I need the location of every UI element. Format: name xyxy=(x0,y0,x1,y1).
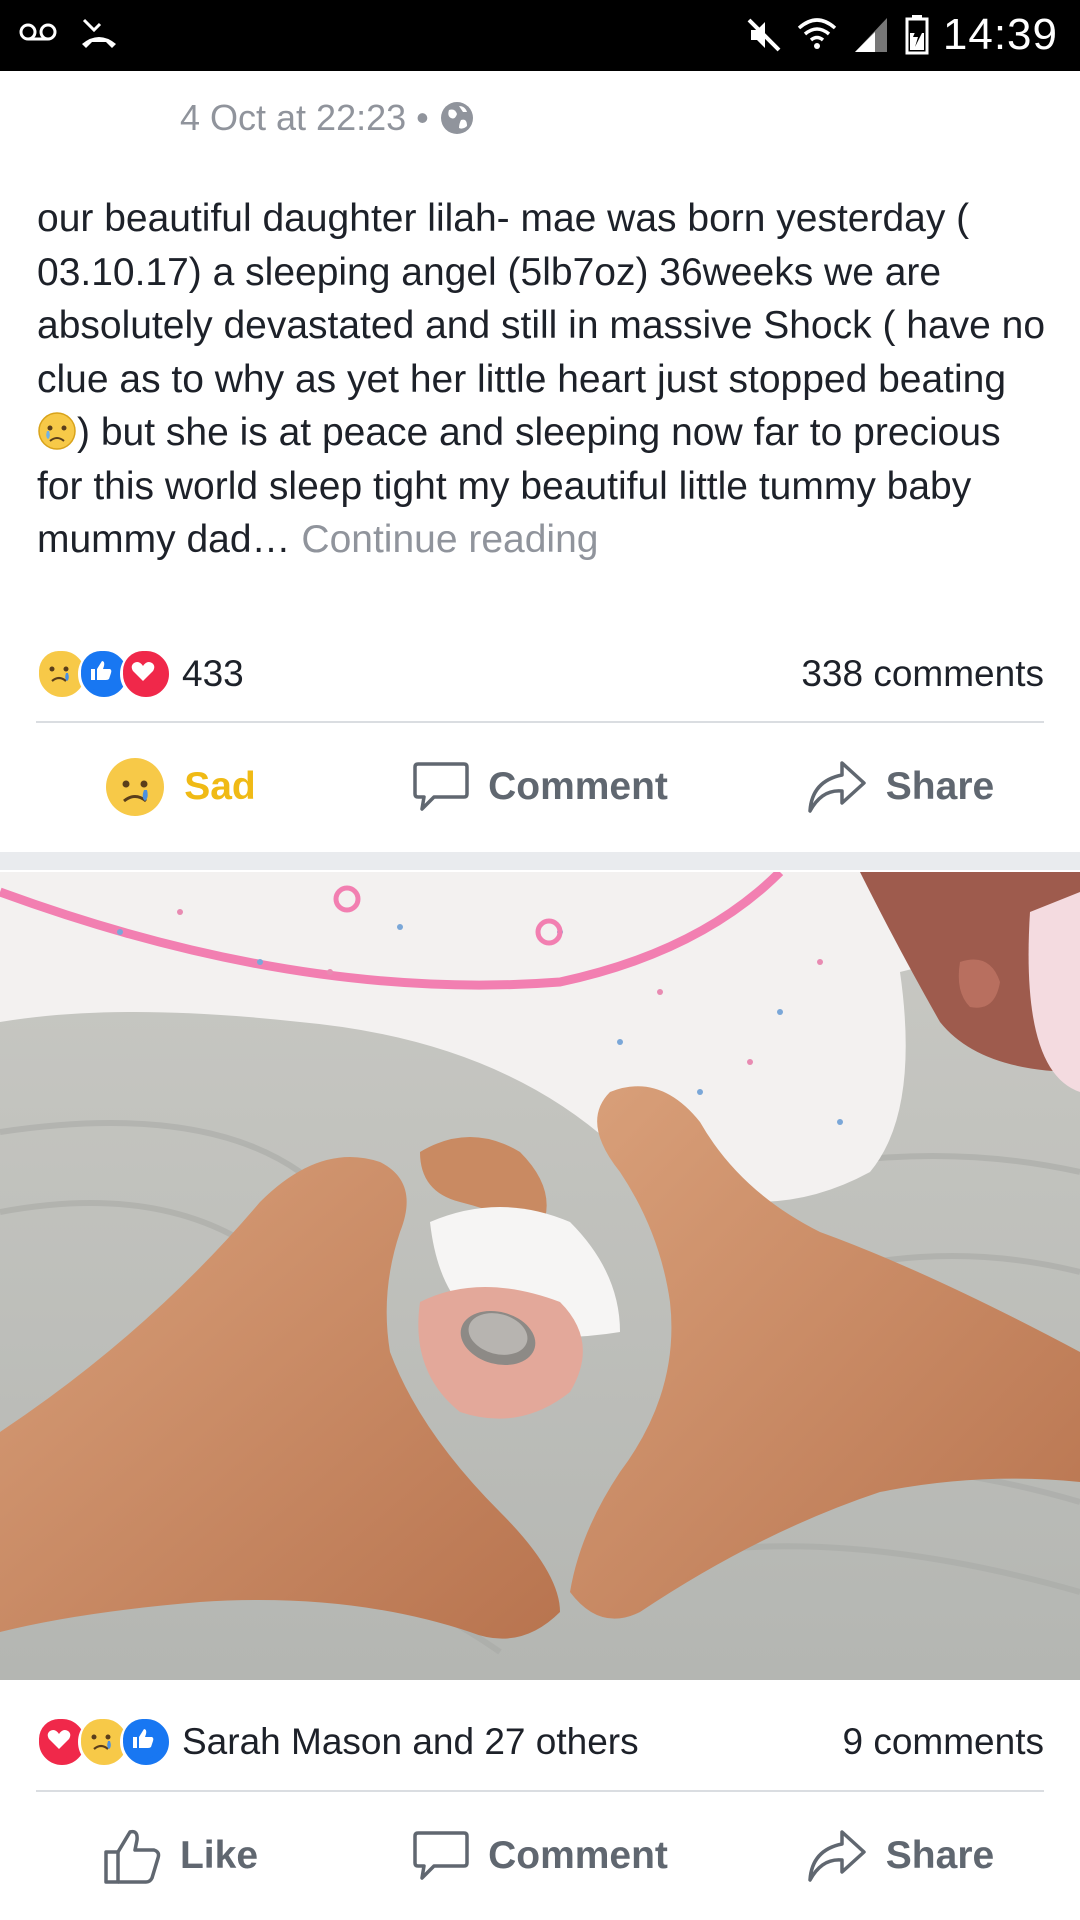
comment-button[interactable]: Comment xyxy=(360,760,720,814)
share-label: Share xyxy=(885,1834,995,1877)
status-time: 14:39 xyxy=(942,10,1058,59)
like-label: Like xyxy=(179,1834,259,1877)
share-button[interactable]: Share xyxy=(720,759,1080,815)
photo-comments-count[interactable]: 9 comments xyxy=(842,1721,1044,1763)
reaction-icons xyxy=(36,648,172,700)
comment-icon xyxy=(413,1831,469,1880)
post-body-text: our beautiful daughter lilah- mae was bo… xyxy=(37,192,1047,567)
mute-icon xyxy=(747,18,781,52)
battery-icon xyxy=(905,15,929,55)
sad-face-icon xyxy=(106,758,165,816)
share-icon xyxy=(808,1830,866,1882)
wifi-icon xyxy=(797,18,837,49)
post-photo[interactable] xyxy=(0,872,1080,1680)
signal-icon xyxy=(854,18,887,52)
divider xyxy=(36,721,1044,723)
reaction-count: 433 xyxy=(182,653,244,694)
love-reaction-icon xyxy=(120,648,172,700)
share-label: Share xyxy=(885,765,995,808)
sad-button[interactable]: Sad xyxy=(0,756,360,818)
comments-count[interactable]: 338 comments xyxy=(801,653,1044,695)
date-separator: • xyxy=(416,97,429,138)
post-date-text: 4 Oct at 22:23 xyxy=(180,97,407,138)
like-icon xyxy=(104,1829,161,1884)
share-button[interactable]: Share xyxy=(720,1828,1080,1884)
comment-label: Comment xyxy=(488,765,668,808)
crying-face-icon xyxy=(38,412,76,450)
post-reactions-summary[interactable]: 433 338 comments xyxy=(36,648,1044,700)
missed-call-icon xyxy=(82,18,116,48)
continue-reading-link[interactable]: Continue reading xyxy=(301,518,598,561)
feed-separator xyxy=(0,852,1080,870)
photo-reactions-summary[interactable]: Sarah Mason and 27 others 9 comments xyxy=(36,1716,1044,1768)
comment-button[interactable]: Comment xyxy=(360,1829,720,1883)
reaction-summary-text: Sarah Mason and 27 others xyxy=(182,1721,639,1762)
baby-hand-heart-photo xyxy=(0,872,1080,1680)
status-bar: 14:39 xyxy=(0,0,1080,71)
globe-icon xyxy=(440,102,473,134)
comment-icon xyxy=(413,762,469,811)
divider xyxy=(36,1790,1044,1792)
like-button[interactable]: Like xyxy=(0,1826,360,1886)
voicemail-icon xyxy=(19,23,57,41)
photo-action-bar: Like Comment Share xyxy=(0,1806,1080,1906)
post-header: 4 Oct at 22:23 • xyxy=(0,71,1080,161)
post-text-part1: our beautiful daughter lilah- mae was bo… xyxy=(37,197,1046,401)
share-icon xyxy=(808,761,866,813)
post-action-bar: Sad Comment Share xyxy=(0,737,1080,837)
post-timestamp[interactable]: 4 Oct at 22:23 • xyxy=(180,97,475,139)
like-reaction-icon xyxy=(120,1716,172,1768)
sad-label: Sad xyxy=(184,765,256,808)
photo-reaction-icons xyxy=(36,1716,172,1768)
comment-label: Comment xyxy=(488,1834,668,1877)
